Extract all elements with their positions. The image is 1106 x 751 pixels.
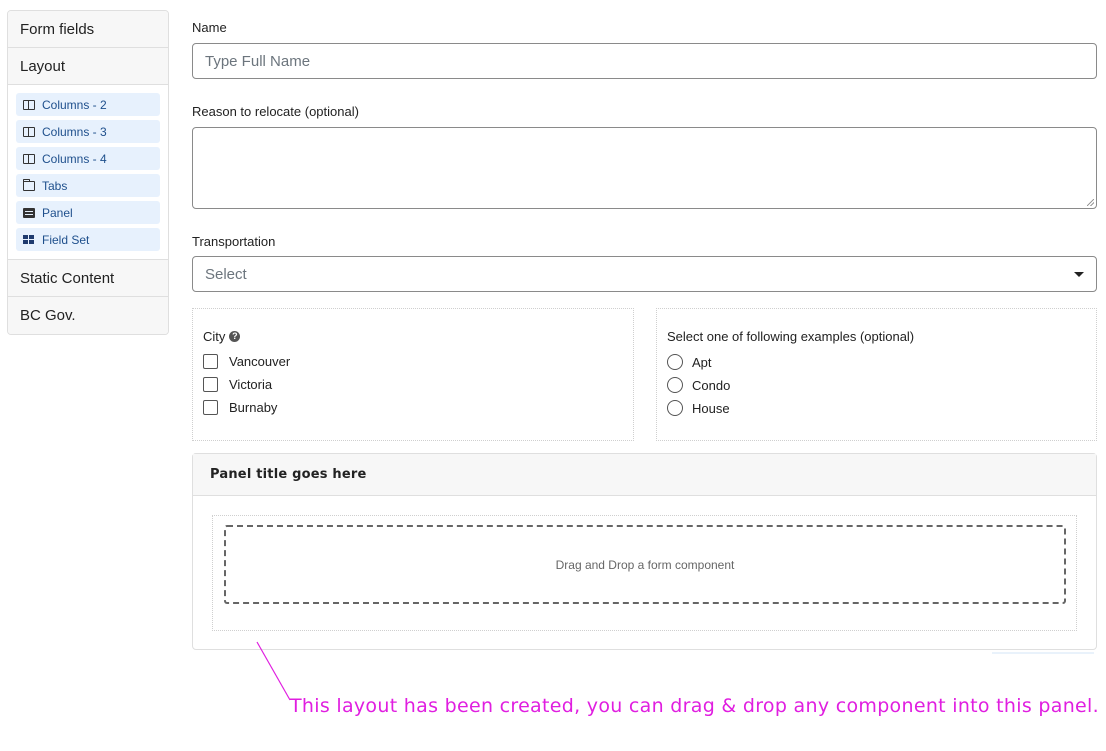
annotation-pointer-line bbox=[256, 641, 291, 701]
annotation-text: This layout has been created, you can dr… bbox=[290, 695, 1099, 717]
